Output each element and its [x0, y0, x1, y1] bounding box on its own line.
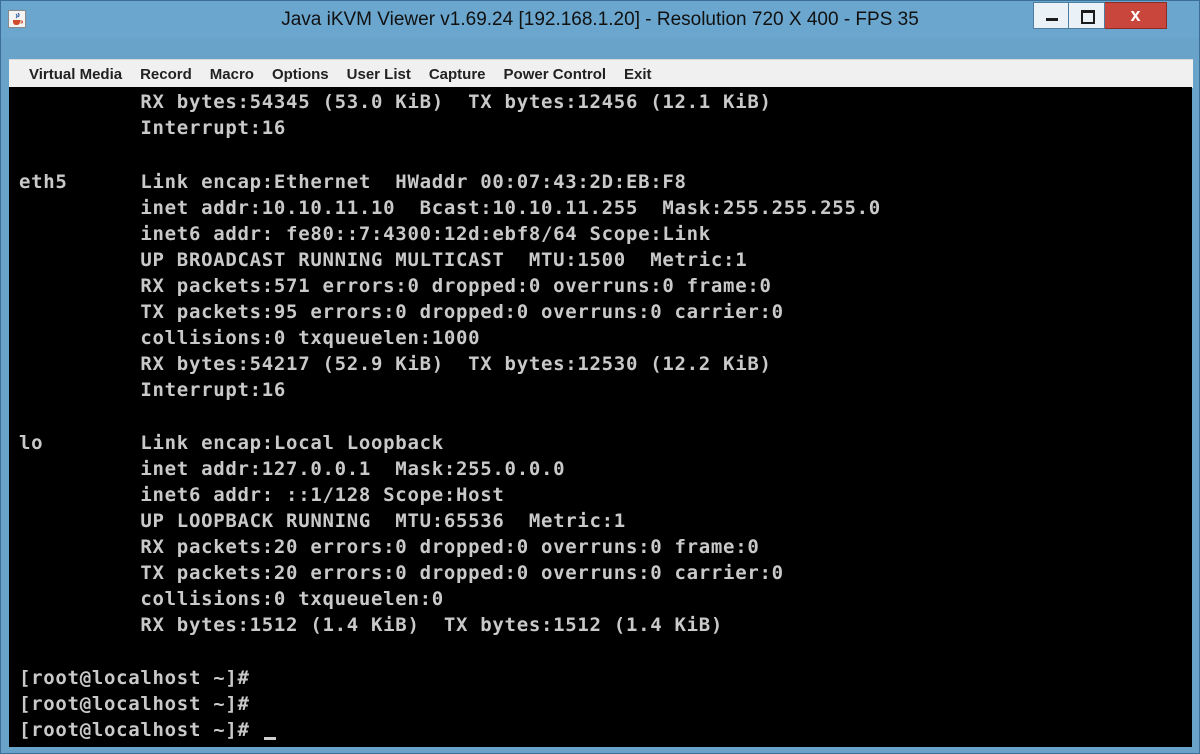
- kvm-viewer-window: Java iKVM Viewer v1.69.24 [192.168.1.20]…: [0, 0, 1200, 754]
- prompt-text: [root@localhost ~]#: [19, 719, 262, 741]
- terminal-line: RX bytes:54345 (53.0 KiB) TX bytes:12456…: [19, 91, 772, 113]
- terminal-line: inet6 addr: ::1/128 Scope:Host: [19, 484, 505, 506]
- terminal-line: inet addr:127.0.0.1 Mask:255.0.0.0: [19, 458, 566, 480]
- maximize-button[interactable]: [1069, 2, 1105, 29]
- terminal-line: UP LOOPBACK RUNNING MTU:65536 Metric:1: [19, 510, 626, 532]
- terminal-line: RX bytes:1512 (1.4 KiB) TX bytes:1512 (1…: [19, 614, 724, 636]
- menu-record[interactable]: Record: [131, 66, 201, 83]
- menu-power-control[interactable]: Power Control: [495, 66, 616, 83]
- close-button[interactable]: x: [1105, 2, 1167, 29]
- terminal-line: eth5 Link encap:Ethernet HWaddr 00:07:43…: [19, 171, 687, 193]
- terminal-line: TX packets:20 errors:0 dropped:0 overrun…: [19, 562, 784, 584]
- maximize-icon: [1081, 10, 1095, 24]
- terminal-prompt-line: [root@localhost ~]#: [19, 667, 250, 689]
- terminal-line: Interrupt:16: [19, 117, 287, 139]
- terminal-line: inet addr:10.10.11.10 Bcast:10.10.11.255…: [19, 197, 881, 219]
- menu-user-list[interactable]: User List: [338, 66, 420, 83]
- terminal-line: RX packets:571 errors:0 dropped:0 overru…: [19, 275, 772, 297]
- menu-options[interactable]: Options: [263, 66, 338, 83]
- terminal-line: Interrupt:16: [19, 379, 287, 401]
- terminal-line: TX packets:95 errors:0 dropped:0 overrun…: [19, 301, 784, 323]
- menu-bar: Virtual Media Record Macro Options User …: [9, 59, 1193, 88]
- terminal-active-prompt[interactable]: [root@localhost ~]#: [19, 717, 276, 743]
- terminal-line: collisions:0 txqueuelen:1000: [19, 327, 481, 349]
- terminal-line: UP BROADCAST RUNNING MULTICAST MTU:1500 …: [19, 249, 748, 271]
- terminal-line: lo Link encap:Local Loopback: [19, 432, 444, 454]
- minimize-icon: [1046, 18, 1058, 21]
- terminal-line: RX bytes:54217 (52.9 KiB) TX bytes:12530…: [19, 353, 772, 375]
- menu-capture[interactable]: Capture: [420, 66, 495, 83]
- minimize-button[interactable]: [1033, 2, 1069, 29]
- remote-console-screen[interactable]: RX bytes:54345 (53.0 KiB) TX bytes:12456…: [9, 87, 1192, 747]
- close-icon: x: [1130, 5, 1141, 25]
- terminal-line: RX packets:20 errors:0 dropped:0 overrun…: [19, 536, 760, 558]
- menu-macro[interactable]: Macro: [201, 66, 263, 83]
- title-bar[interactable]: Java iKVM Viewer v1.69.24 [192.168.1.20]…: [1, 1, 1199, 38]
- text-cursor: [263, 737, 276, 740]
- menu-virtual-media[interactable]: Virtual Media: [9, 66, 131, 83]
- window-title: Java iKVM Viewer v1.69.24 [192.168.1.20]…: [281, 9, 919, 30]
- terminal-prompt-line: [root@localhost ~]#: [19, 693, 250, 715]
- terminal-line: inet6 addr: fe80::7:4300:12d:ebf8/64 Sco…: [19, 223, 711, 245]
- terminal-line: collisions:0 txqueuelen:0: [19, 588, 444, 610]
- menu-exit[interactable]: Exit: [615, 66, 661, 83]
